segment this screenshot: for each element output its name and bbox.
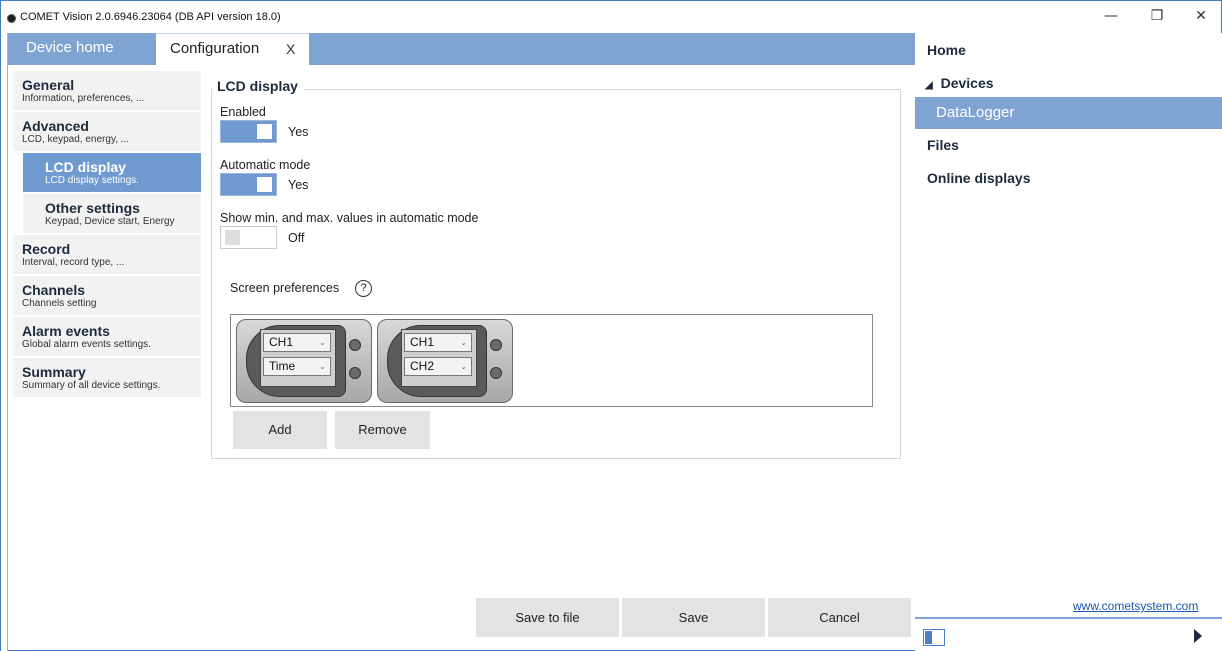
screen-preferences-list: CH1 ⌄ Time ⌄ CH1 ⌄ CH2 ⌄	[230, 314, 873, 407]
screen-line2-select[interactable]: CH2 ⌄	[404, 357, 472, 376]
enabled-value: Yes	[288, 125, 309, 139]
nav-item-subtitle: Summary of all device settings.	[22, 380, 161, 391]
nav-item-title: LCD display	[45, 159, 126, 175]
nav-item-channels[interactable]: Channels Channels setting	[13, 276, 201, 315]
chevron-down-icon: ⌄	[460, 338, 467, 347]
nav-item-title: Other settings	[45, 200, 140, 216]
nav-item-other-settings[interactable]: Other settings Keypad, Device start, Ene…	[23, 194, 201, 233]
play-arrow-icon[interactable]	[1194, 629, 1202, 643]
expand-triangle-icon[interactable]: ◢	[925, 80, 933, 91]
nav-devices[interactable]: ◢ Devices	[925, 75, 994, 91]
nav-item-subtitle: Channels setting	[22, 298, 97, 309]
settings-nav: General Information, preferences, ... Ad…	[13, 71, 201, 399]
nav-item-subtitle: LCD, keypad, energy, ...	[22, 134, 130, 145]
nav-item-lcd-display[interactable]: LCD display LCD display settings.	[23, 153, 201, 192]
tab-device-home[interactable]: Device home	[8, 33, 156, 65]
minmax-label: Show min. and max. values in automatic m…	[220, 211, 479, 225]
minmax-toggle[interactable]	[220, 226, 277, 249]
select-value: Time	[269, 359, 296, 373]
title-bar: COMET Vision 2.0.6946.23064 (DB API vers…	[1, 1, 1221, 32]
chevron-down-icon: ⌄	[319, 362, 326, 371]
nav-item-general[interactable]: General Information, preferences, ...	[13, 71, 201, 110]
select-value: CH1	[269, 335, 294, 349]
help-icon[interactable]: ?	[355, 280, 372, 297]
nav-item-subtitle: Global alarm events settings.	[22, 339, 151, 350]
chevron-down-icon: ⌄	[319, 338, 326, 347]
screen-line2-select[interactable]: Time ⌄	[263, 357, 331, 376]
nav-item-subtitle: LCD display settings.	[45, 175, 139, 186]
automatic-mode-label: Automatic mode	[220, 158, 311, 172]
tab-configuration-label: Configuration	[170, 40, 260, 57]
nav-device-datalogger[interactable]: DataLogger	[915, 97, 1222, 129]
enabled-toggle[interactable]	[220, 120, 277, 143]
automatic-mode-toggle[interactable]	[220, 173, 277, 196]
nav-home[interactable]: Home	[927, 42, 966, 58]
nav-item-title: Advanced	[22, 118, 89, 134]
tab-bar: Device home Configuration X	[8, 33, 915, 65]
nav-item-title: General	[22, 77, 75, 93]
device-button-icon	[349, 367, 361, 379]
nav-item-subtitle: Keypad, Device start, Energy	[45, 216, 175, 227]
cancel-button[interactable]: Cancel	[768, 598, 911, 637]
screen-line1-select[interactable]: CH1 ⌄	[263, 333, 331, 352]
nav-files[interactable]: Files	[927, 137, 959, 153]
device-button-icon	[490, 339, 502, 351]
panel-toggle-icon[interactable]	[923, 629, 945, 646]
nav-item-summary[interactable]: Summary Summary of all device settings.	[13, 358, 201, 397]
minimize-icon[interactable]: —	[1088, 1, 1134, 32]
nav-item-title: Record	[22, 241, 71, 257]
window-title: COMET Vision 2.0.6946.23064 (DB API vers…	[20, 11, 281, 23]
nav-devices-label: Devices	[940, 75, 994, 91]
remove-screen-button[interactable]: Remove	[335, 411, 430, 449]
device-button-icon	[490, 367, 502, 379]
close-icon[interactable]: ✕	[1178, 1, 1222, 32]
minmax-value: Off	[288, 231, 305, 245]
save-button[interactable]: Save	[622, 598, 765, 637]
left-edge-border	[1, 33, 8, 651]
select-value: CH1	[410, 335, 435, 349]
save-to-file-button[interactable]: Save to file	[476, 598, 619, 637]
automatic-mode-value: Yes	[288, 178, 309, 192]
screen-preview-1[interactable]: CH1 ⌄ Time ⌄	[236, 319, 372, 403]
add-screen-button[interactable]: Add	[233, 411, 327, 449]
toggle-knob	[257, 124, 272, 139]
screen-line1-select[interactable]: CH1 ⌄	[404, 333, 472, 352]
panel-divider	[915, 617, 1222, 619]
website-link[interactable]: www.cometsystem.com	[1073, 599, 1198, 613]
tab-configuration[interactable]: Configuration X	[156, 33, 309, 65]
screen-preview-2[interactable]: CH1 ⌄ CH2 ⌄	[377, 319, 513, 403]
nav-item-record[interactable]: Record Interval, record type, ...	[13, 235, 201, 274]
nav-item-title: Summary	[22, 364, 86, 380]
toggle-knob	[225, 230, 240, 245]
nav-item-alarm-events[interactable]: Alarm events Global alarm events setting…	[13, 317, 201, 356]
select-value: CH2	[410, 359, 435, 373]
nav-item-subtitle: Interval, record type, ...	[22, 257, 125, 268]
nav-item-title: Channels	[22, 282, 86, 298]
panel-toggle-fill	[925, 631, 932, 644]
screen-preferences-label: Screen preferences	[230, 281, 340, 295]
nav-item-advanced[interactable]: Advanced LCD, keypad, energy, ...	[13, 112, 201, 151]
enabled-label: Enabled	[220, 105, 266, 119]
maximize-icon[interactable]: ❐	[1134, 1, 1180, 32]
app-window: COMET Vision 2.0.6946.23064 (DB API vers…	[0, 0, 1222, 651]
chevron-down-icon: ⌄	[460, 362, 467, 371]
nav-item-subtitle: Information, preferences, ...	[22, 93, 145, 104]
right-nav-panel: Home ◢ Devices DataLogger Files Online d…	[915, 33, 1222, 651]
section-title: LCD display	[213, 78, 304, 94]
app-logo-icon	[7, 14, 16, 23]
device-button-icon	[349, 339, 361, 351]
nav-online-displays[interactable]: Online displays	[927, 170, 1030, 186]
tab-close-icon[interactable]: X	[286, 34, 295, 64]
toggle-knob	[257, 177, 272, 192]
nav-item-title: Alarm events	[22, 323, 110, 339]
